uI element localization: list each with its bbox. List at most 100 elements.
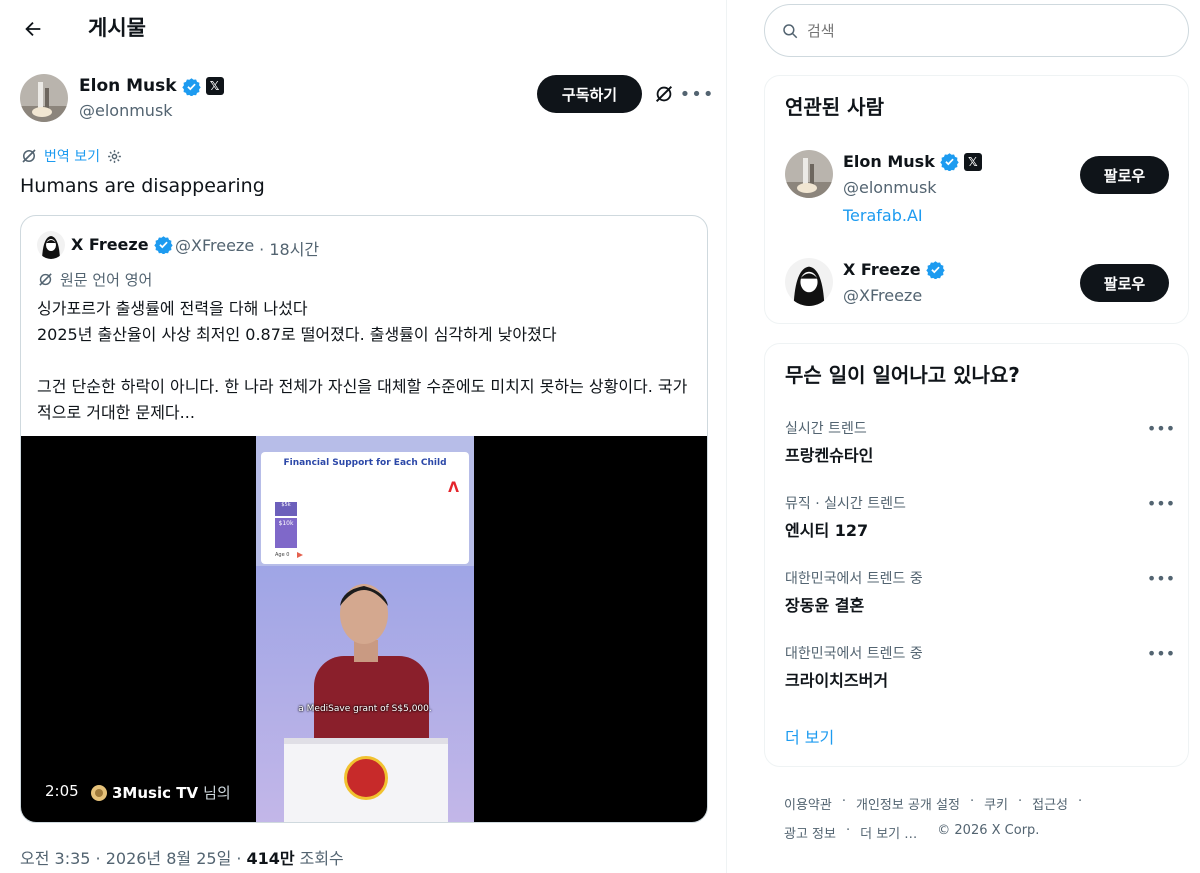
more-icon[interactable]: ••• (1147, 418, 1175, 438)
translate-row[interactable]: 번역 보기 (20, 146, 123, 166)
trend-item[interactable]: 뮤직 · 실시간 트렌드 엔시티 127 ••• (785, 493, 1175, 553)
slide-bar-1: $5k (275, 502, 297, 516)
footer-separator: · (1018, 794, 1023, 809)
more-icon[interactable]: ••• (1147, 568, 1175, 588)
follow-button[interactable]: 팔로우 (1080, 264, 1169, 302)
show-more-link[interactable]: 더 보기 (785, 724, 834, 748)
footer-separator: · (845, 823, 851, 838)
quote-meta: @XFreeze · 18시간 (175, 236, 319, 260)
person-handle[interactable]: @XFreeze (843, 286, 922, 305)
person-name[interactable]: X Freeze (843, 260, 945, 279)
back-button[interactable] (16, 12, 50, 46)
author-name-text: Elon Musk (79, 76, 177, 96)
person-name[interactable]: Elon Musk 𝕏 (843, 152, 982, 171)
person-elonmusk[interactable]: Elon Musk 𝕏 @elonmusk Terafab.AI 팔로우 (785, 150, 1175, 230)
quote-author-name-text: X Freeze (71, 235, 149, 254)
related-people-card: 연관된 사람 Elon Musk 𝕏 @elonmusk Terafab.AI … (764, 75, 1189, 324)
slide-title: Financial Support for Each Child (283, 458, 447, 468)
x-badge-icon: 𝕏 (205, 77, 224, 95)
trend-name: 크라이치즈버거 (785, 671, 889, 690)
trend-name: 프랑켄슈타인 (785, 446, 874, 465)
quote-age: · 18시간 (259, 240, 320, 259)
person-link[interactable]: Terafab.AI (843, 206, 923, 225)
trend-category: 뮤직 · 실시간 트렌드 (785, 496, 906, 512)
trends-title: 무슨 일이 일어나고 있나요? (785, 363, 1020, 387)
crest-icon (344, 756, 388, 800)
subscribe-button[interactable]: 구독하기 (537, 75, 642, 113)
post-timestamp[interactable]: 오전 3:35 · 2026년 8월 25일 · (20, 845, 241, 869)
person-name-text: X Freeze (843, 260, 921, 279)
quoted-post[interactable]: X Freeze @XFreeze · 18시간 원문 언어 영어 싱가포르가 … (20, 215, 708, 823)
footer-terms[interactable]: 이용약관 (784, 794, 832, 813)
slide-age: Age 0 (275, 552, 290, 558)
main-column: 게시물 Elon Musk 𝕏 @elonmusk 구독하기 ••• 번역 보기… (0, 0, 727, 873)
person-name-text: Elon Musk (843, 152, 935, 171)
trend-name: 장동윤 결혼 (785, 596, 865, 615)
quote-author-handle[interactable]: @XFreeze (175, 236, 254, 260)
footer-separator: · (969, 794, 975, 809)
video-frame: Financial Support for Each Child Λ $5k $… (256, 436, 474, 822)
quote-language-note: 원문 언어 영어 (37, 269, 152, 290)
verified-icon (181, 77, 201, 96)
search-box[interactable] (764, 4, 1189, 57)
footer-links-row-2: 광고 정보 · 더 보기 … © 2026 X Corp. (784, 823, 1039, 842)
quote-author-name[interactable]: X Freeze (71, 235, 173, 254)
related-people-title: 연관된 사람 (785, 95, 884, 119)
sidebar: 연관된 사람 Elon Musk 𝕏 @elonmusk Terafab.AI … (750, 0, 1200, 873)
video-caption: a MediSave grant of S$5,000. (298, 704, 432, 714)
back-arrow-icon (25, 21, 41, 37)
video-duration: 2:05 (45, 782, 79, 800)
more-icon[interactable]: ••• (680, 80, 714, 108)
gear-icon[interactable] (106, 148, 123, 165)
video-player[interactable]: Financial Support for Each Child Λ $5k $… (21, 436, 707, 822)
search-input[interactable] (807, 21, 1167, 40)
footer-privacy[interactable]: 개인정보 공개 설정 (856, 794, 960, 813)
verified-icon (925, 261, 945, 279)
author-name[interactable]: Elon Musk 𝕏 (79, 76, 224, 96)
trends-card: 무슨 일이 일어나고 있나요? 실시간 트렌드 프랑켄슈타인 ••• 뮤직 · … (764, 343, 1189, 767)
trend-item[interactable]: 대한민국에서 트렌드 중 장동윤 결혼 ••• (785, 568, 1175, 628)
footer-cookies[interactable]: 쿠키 (984, 794, 1008, 813)
footer-separator: · (841, 794, 846, 809)
footer-copyright: © 2026 X Corp. (937, 823, 1040, 838)
footer-more[interactable]: 더 보기 … (860, 823, 917, 842)
podium (284, 738, 448, 822)
person-handle[interactable]: @elonmusk (843, 178, 937, 197)
quote-language-label: 원문 언어 영어 (60, 271, 153, 289)
quote-body: 싱가포르가 출생률에 전력을 다해 나섰다 2025년 출산율이 사상 최저인 … (37, 299, 688, 422)
trend-item[interactable]: 실시간 트렌드 프랑켄슈타인 ••• (785, 418, 1175, 478)
post-views-label: 조회수 (299, 849, 344, 868)
trend-category: 실시간 트렌드 (785, 421, 867, 437)
trend-category: 대한민국에서 트렌드 중 (785, 571, 923, 587)
channel-logo-icon: Λ (448, 480, 459, 496)
page-title: 게시물 (88, 16, 146, 40)
video-source[interactable]: 3Music TV 님의 (91, 782, 231, 803)
x-badge-icon: 𝕏 (963, 152, 982, 171)
author-handle[interactable]: @elonmusk (79, 101, 173, 120)
translate-icon (39, 273, 52, 286)
person-avatar[interactable] (785, 258, 833, 306)
grok-button[interactable] (650, 80, 678, 108)
footer-ads[interactable]: 광고 정보 (784, 823, 836, 842)
source-name: 3Music TV (112, 783, 199, 802)
trend-category: 대한민국에서 트렌드 중 (785, 646, 923, 662)
verified-icon (153, 236, 173, 254)
person-avatar[interactable] (785, 150, 833, 198)
source-avatar-icon (91, 784, 107, 801)
more-icon[interactable]: ••• (1147, 493, 1175, 513)
quote-author-avatar[interactable] (37, 231, 65, 259)
footer-accessibility[interactable]: 접근성 (1032, 794, 1068, 813)
trend-item[interactable]: 대한민국에서 트렌드 중 크라이치즈버거 ••• (785, 643, 1175, 703)
grok-icon (655, 85, 673, 103)
trend-name: 엔시티 127 (785, 521, 869, 540)
slide-arrow-icon (297, 552, 303, 558)
footer-links-row-1: 이용약관 · 개인정보 공개 설정 · 쿠키 · 접근성 · (784, 794, 1092, 813)
follow-button[interactable]: 팔로우 (1080, 156, 1169, 194)
footer-separator: · (1078, 794, 1083, 809)
translate-label[interactable]: 번역 보기 (44, 146, 100, 166)
video-slide: Financial Support for Each Child Λ $5k $… (261, 452, 469, 564)
more-icon[interactable]: ••• (1147, 643, 1175, 663)
author-avatar[interactable] (20, 74, 68, 122)
person-xfreeze[interactable]: X Freeze @XFreeze 팔로우 (785, 258, 1175, 310)
verified-icon (940, 153, 959, 171)
